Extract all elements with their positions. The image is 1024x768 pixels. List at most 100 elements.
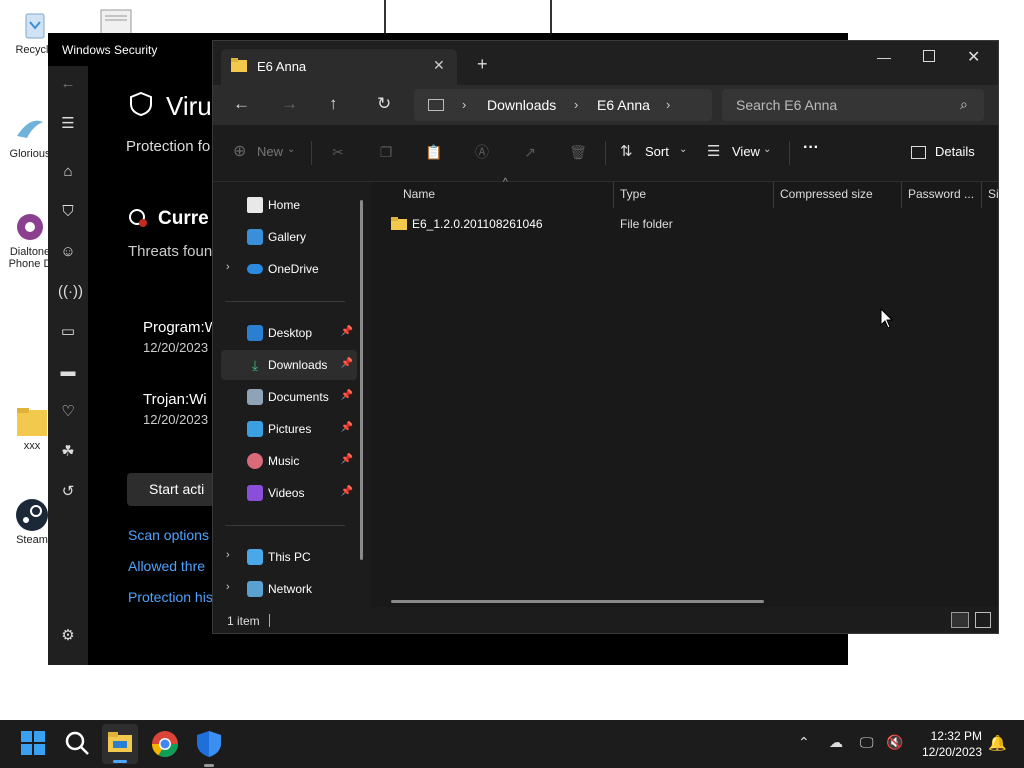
column-compressed-size[interactable]: Compressed size [780, 187, 873, 201]
settings-gear-icon[interactable]: ⚙ [58, 626, 78, 646]
notification-bell-icon[interactable]: 🔔 [988, 734, 1007, 752]
nav-item-gallery[interactable]: Gallery [221, 222, 357, 252]
phone-app-icon [13, 210, 47, 244]
up-arrow-icon[interactable]: ↑ [329, 94, 338, 114]
chevron-up-icon[interactable]: ⌃ [798, 734, 810, 751]
nav-item-pictures[interactable]: Pictures 📌 [221, 414, 357, 444]
view-label: View [732, 144, 760, 159]
threat-name[interactable]: Program:W [143, 319, 219, 336]
maximize-icon[interactable] [923, 50, 935, 62]
tab-bar: E6 Anna ✕ + — ✕ [213, 41, 998, 85]
row-name: E6_1.2.0.201108261046 [412, 217, 543, 231]
column-divider[interactable] [901, 182, 902, 208]
table-row[interactable]: E6_1.2.0.201108261046 File folder [383, 212, 983, 236]
chevron-down-icon: ⌄ [287, 144, 296, 155]
column-name[interactable]: Name [403, 187, 435, 201]
cut-icon[interactable]: ✂ [329, 143, 347, 161]
app-browser-control-icon[interactable]: ▭ [58, 322, 78, 342]
start-actions-button[interactable]: Start acti [127, 473, 217, 506]
more-options-icon[interactable]: ··· [803, 139, 819, 157]
tiles-view-icon[interactable] [975, 612, 991, 628]
windows-security-shield-icon[interactable] [195, 730, 223, 758]
nav-item-documents[interactable]: Documents 📌 [221, 382, 357, 412]
document-icon[interactable] [100, 8, 134, 35]
family-options-icon[interactable]: ☘ [58, 442, 78, 462]
nav-item-home[interactable]: Home [221, 190, 357, 220]
sort-ascending-icon: ^ [503, 177, 508, 188]
nav-label: Network [268, 582, 313, 596]
sort-button[interactable]: ⇅ Sort ⌄ [620, 141, 692, 165]
share-icon[interactable]: ↗ [521, 143, 539, 161]
clock-date[interactable]: 12/20/2023 [916, 745, 982, 759]
speaker-muted-icon[interactable]: 🔇 [886, 734, 903, 751]
details-pane-button[interactable]: Details [911, 141, 981, 165]
refresh-icon[interactable]: ↻ [377, 94, 391, 114]
windows-start-icon[interactable] [20, 730, 48, 758]
column-size[interactable]: Si [988, 187, 999, 201]
chevron-right-icon[interactable]: › [226, 261, 230, 273]
minimize-icon[interactable]: — [877, 49, 891, 65]
forward-arrow-icon[interactable]: → [281, 94, 298, 114]
tab-e6-anna[interactable]: E6 Anna ✕ [221, 49, 457, 85]
nav-scrollbar[interactable] [360, 200, 363, 560]
protection-history-icon[interactable]: ↺ [58, 482, 78, 502]
back-arrow-icon[interactable]: ← [58, 74, 78, 94]
separator [225, 525, 345, 526]
rename-icon[interactable]: Ⓐ [473, 143, 491, 161]
breadcrumb-e6-anna[interactable]: E6 Anna [597, 97, 650, 113]
current-threats-icon [128, 208, 148, 228]
search-box[interactable]: Search E6 Anna ⌕ [722, 89, 984, 121]
separator [789, 141, 790, 165]
allowed-threats-link[interactable]: Allowed thre [128, 558, 205, 574]
column-divider[interactable] [773, 182, 774, 208]
search-icon[interactable]: ⌕ [960, 96, 968, 113]
tab-title: E6 Anna [257, 59, 307, 74]
view-button[interactable]: ☰ View ⌄ [707, 141, 779, 165]
chevron-right-icon[interactable]: › [666, 97, 670, 112]
nav-item-network[interactable]: › Network [221, 574, 357, 604]
column-password[interactable]: Password ... [908, 187, 974, 201]
new-tab-plus-icon[interactable]: + [477, 54, 488, 75]
network-monitor-icon[interactable]: 🖵 [860, 734, 874, 751]
chrome-icon[interactable] [151, 730, 179, 758]
firewall-network-icon[interactable]: ((·)) [58, 282, 83, 302]
chevron-right-icon[interactable]: › [226, 549, 230, 561]
nav-item-videos[interactable]: Videos 📌 [221, 478, 357, 508]
threat-name[interactable]: Trojan:Wi [143, 391, 207, 408]
search-icon[interactable] [64, 730, 92, 758]
address-bar[interactable]: › Downloads › E6 Anna › [414, 89, 712, 121]
file-explorer-taskbar-button[interactable] [102, 724, 138, 764]
scan-options-link[interactable]: Scan options [128, 527, 209, 543]
nav-item-onedrive[interactable]: › OneDrive [221, 254, 357, 284]
window-title: Windows Security [62, 43, 158, 57]
nav-item-desktop[interactable]: Desktop 📌 [221, 318, 357, 348]
hamburger-menu-icon[interactable]: ☰ [58, 114, 78, 134]
command-bar: ⊕ New ⌄ ✂ ❐ 📋 Ⓐ ↗ 🗑 ⇅ Sort ⌄ ☰ View ⌄ ··… [213, 125, 998, 182]
details-view-icon[interactable] [951, 612, 969, 628]
device-security-icon[interactable]: ▬ [58, 362, 78, 382]
breadcrumb-downloads[interactable]: Downloads [487, 97, 556, 113]
shield-icon[interactable]: ⛉ [58, 202, 78, 222]
clock-time[interactable]: 12:32 PM [928, 729, 982, 743]
column-divider[interactable] [981, 182, 982, 208]
nav-item-downloads[interactable]: ⤓ Downloads 📌 [221, 350, 357, 380]
window-close-icon[interactable]: ✕ [967, 47, 980, 67]
chevron-down-icon: ⌄ [679, 144, 688, 155]
cloud-offline-icon[interactable]: ☁ [829, 734, 843, 751]
device-health-icon[interactable]: ♡ [58, 402, 78, 422]
tab-close-icon[interactable]: ✕ [433, 57, 445, 74]
horizontal-scrollbar[interactable] [391, 600, 764, 603]
protection-history-link[interactable]: Protection his [128, 589, 213, 605]
column-type[interactable]: Type [620, 187, 646, 201]
paste-icon[interactable]: 📋 [425, 143, 443, 161]
copy-icon[interactable]: ❐ [377, 143, 395, 161]
chevron-right-icon[interactable]: › [226, 581, 230, 593]
delete-icon[interactable]: 🗑 [569, 143, 587, 161]
nav-item-music[interactable]: Music 📌 [221, 446, 357, 476]
column-divider[interactable] [613, 182, 614, 208]
account-icon[interactable]: ☺ [58, 242, 78, 262]
nav-item-this-pc[interactable]: › This PC [221, 542, 357, 572]
pin-icon: 📌 [340, 422, 353, 433]
home-icon[interactable]: ⌂ [58, 162, 78, 182]
back-arrow-icon[interactable]: ← [233, 94, 250, 114]
